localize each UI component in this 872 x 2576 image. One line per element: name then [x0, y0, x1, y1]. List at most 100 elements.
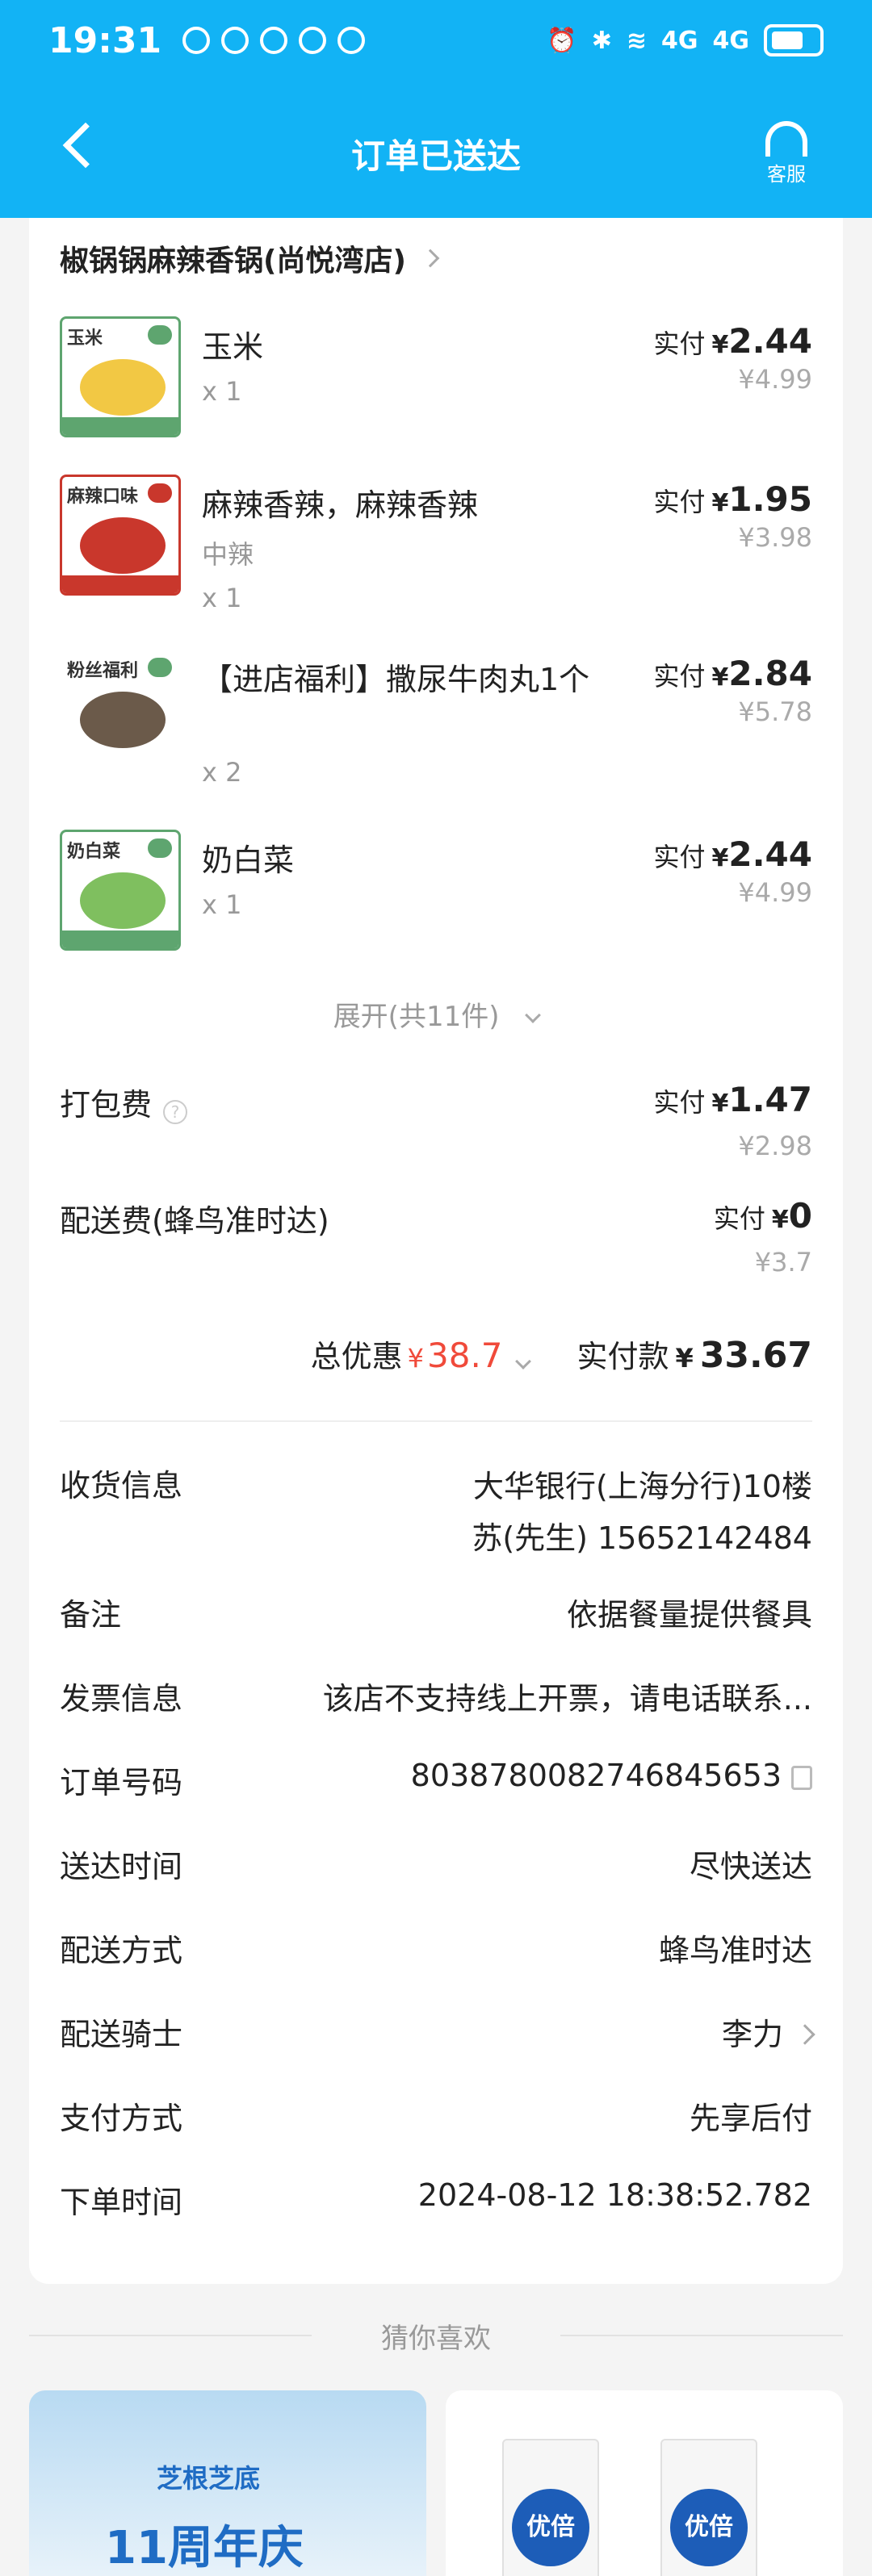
address-line: 大华银行(上海分行)10楼	[472, 1469, 812, 1504]
currency-symbol: ¥	[711, 844, 729, 872]
paid-amount: 1.95	[728, 479, 812, 519]
chevron-down-icon[interactable]	[514, 1353, 531, 1370]
item-price: 实付 ¥2.44 ¥4.99	[653, 834, 812, 908]
thumbnail-tag: 奶白菜	[67, 842, 121, 862]
discount-label: 总优惠	[310, 1339, 403, 1374]
shop-name: 椒锅锅麻辣香锅(尚悦湾店)	[60, 245, 406, 278]
recommend-card[interactable]: 芝根芝底 11周年庆	[29, 2390, 426, 2576]
discount-currency: ¥	[407, 1343, 425, 1374]
fee-price: 实付 ¥0 ¥3.7	[714, 1196, 812, 1278]
eye-icon	[337, 27, 366, 54]
paid-label: 实付	[653, 661, 706, 692]
signal-icon: 4G	[712, 26, 750, 55]
rider-row[interactable]: 配送骑士 李力	[60, 2009, 815, 2066]
item-quantity: x 1	[202, 376, 242, 407]
thumbnail-footer	[62, 575, 178, 593]
order-card: 椒锅锅麻辣香锅(尚悦湾店) 玉米 玉米 x 1 实付 ¥2.44 ¥4.99 麻辣…	[29, 218, 843, 2284]
app-notification-icon	[299, 27, 327, 54]
delivery-method-row: 配送方式 蜂鸟准时达	[60, 1926, 812, 1982]
milk-carton-image: 优倍	[502, 2439, 599, 2576]
info-value: 该店不支持线上开票，请电话联系...	[322, 1681, 812, 1717]
delivery-time-row: 送达时间 尽快送达	[60, 1842, 812, 1898]
total-currency: ¥	[675, 1343, 694, 1374]
order-item[interactable]: 麻辣口味 麻辣香辣，麻辣香辣 中辣 x 1 实付 ¥1.95 ¥3.98	[60, 475, 812, 620]
item-quantity: x 2	[202, 757, 242, 788]
payment-row: 支付方式 先享后付	[60, 2093, 812, 2150]
page-title: 订单已送达	[350, 136, 521, 176]
order-item[interactable]: 奶白菜 奶白菜 x 1 实付 ¥2.44 ¥4.99	[60, 830, 812, 959]
recommend-card[interactable]: 优倍 优倍	[446, 2390, 843, 2576]
original-price: ¥4.99	[738, 877, 812, 908]
thumbnail-tag: 粉丝福利	[67, 661, 139, 681]
thumbnail-footer	[62, 930, 178, 948]
thumbnail-badge	[148, 838, 172, 858]
product-logo: 优倍	[512, 2489, 589, 2566]
item-quantity: x 1	[202, 583, 242, 613]
item-price: 实付 ¥2.44 ¥4.99	[653, 321, 812, 395]
battery-icon	[764, 24, 824, 56]
nav-bar: 订单已送达 客服	[0, 97, 872, 202]
item-thumbnail: 玉米	[60, 316, 181, 437]
info-label: 配送方式	[60, 1933, 183, 1968]
status-bar: 19:31 ⏰ ✱ ≋ 4G 4G	[0, 0, 872, 81]
rider-value: 李力	[721, 2009, 815, 2054]
shop-link[interactable]: 椒锅锅麻辣香锅(尚悦湾店)	[60, 237, 440, 279]
order-time-row: 下单时间 2024-08-12 18:38:52.782	[60, 2177, 812, 2234]
bluetooth-icon: ✱	[591, 26, 612, 55]
paid-label: 实付	[713, 1203, 765, 1234]
original-price: ¥2.98	[738, 1131, 812, 1161]
total-paid-label: 实付款	[576, 1339, 669, 1374]
customer-service-button[interactable]: 客服	[746, 121, 827, 186]
currency-symbol: ¥	[711, 1089, 729, 1118]
info-value: 尽快送达	[689, 1849, 812, 1884]
original-price: ¥4.99	[738, 364, 812, 395]
copy-icon[interactable]	[791, 1765, 812, 1790]
paid-label: 实付	[653, 487, 706, 517]
thumbnail-tag: 麻辣口味	[67, 487, 139, 507]
paid-amount: 1.47	[728, 1080, 812, 1119]
currency-symbol: ¥	[711, 489, 729, 517]
info-label: 送达时间	[60, 1849, 183, 1884]
packing-fee-row: 打包费? 实付 ¥1.47 ¥2.98	[60, 1080, 812, 1177]
alarm-icon: ⏰	[547, 26, 577, 55]
info-label: 订单号码	[60, 1765, 183, 1800]
question-icon[interactable]: ?	[163, 1099, 188, 1124]
rider-name: 李力	[721, 2017, 783, 2052]
original-price: ¥3.7	[754, 1247, 812, 1278]
info-value: 依据餐量提供餐具	[566, 1597, 812, 1633]
item-quantity: x 1	[202, 889, 242, 920]
info-value: 先享后付	[689, 2101, 812, 2136]
item-spec: 中辣	[202, 539, 254, 570]
item-price: 实付 ¥1.95 ¥3.98	[653, 479, 812, 553]
original-price: ¥5.78	[738, 696, 812, 727]
info-label: 下单时间	[60, 2185, 183, 2220]
invoice-row: 发票信息 该店不支持线上开票，请电话联系...	[60, 1674, 812, 1730]
original-price: ¥3.98	[738, 522, 812, 553]
currency-symbol: ¥	[711, 663, 729, 692]
divider	[60, 1420, 812, 1422]
contact-line: 苏(先生) 15652142484	[472, 1520, 812, 1556]
info-value: 蜂鸟准时达	[658, 1933, 812, 1968]
info-value: 2024-08-12 18:38:52.782	[417, 2177, 812, 2213]
order-item[interactable]: 粉丝福利 【进店福利】撒尿牛肉丸1个 x 2 实付 ¥2.84 ¥5.78	[60, 649, 812, 802]
address-row: 收货信息 大华银行(上海分行)10楼 苏(先生) 15652142484	[60, 1461, 812, 1566]
bok-choy-image	[80, 872, 166, 929]
paid-label: 实付	[653, 1087, 706, 1118]
discount-amount[interactable]: 38.7	[427, 1336, 503, 1375]
info-label: 备注	[60, 1597, 122, 1633]
system-icons: ⏰ ✱ ≋ 4G 4G	[547, 24, 824, 56]
paid-amount: 2.84	[728, 654, 812, 693]
meatball-image	[80, 692, 166, 748]
address-value: 大华银行(上海分行)10楼 苏(先生) 15652142484	[472, 1461, 812, 1564]
order-item[interactable]: 玉米 玉米 x 1 实付 ¥2.44 ¥4.99	[60, 316, 812, 445]
thumbnail-tag: 玉米	[67, 328, 103, 349]
thumbnail-badge	[148, 483, 172, 503]
order-summary: 总优惠 ¥ 38.7 实付款 ¥ 33.67	[311, 1332, 812, 1376]
wifi-icon: ≋	[626, 26, 647, 55]
sauce-image	[80, 517, 166, 574]
expand-items-button[interactable]: 展开(共11件)	[29, 994, 843, 1034]
chevron-right-icon	[794, 2024, 815, 2045]
info-label: 配送骑士	[60, 2017, 183, 2052]
item-name: 玉米	[202, 329, 264, 365]
item-name: 麻辣香辣，麻辣香辣	[202, 487, 479, 523]
